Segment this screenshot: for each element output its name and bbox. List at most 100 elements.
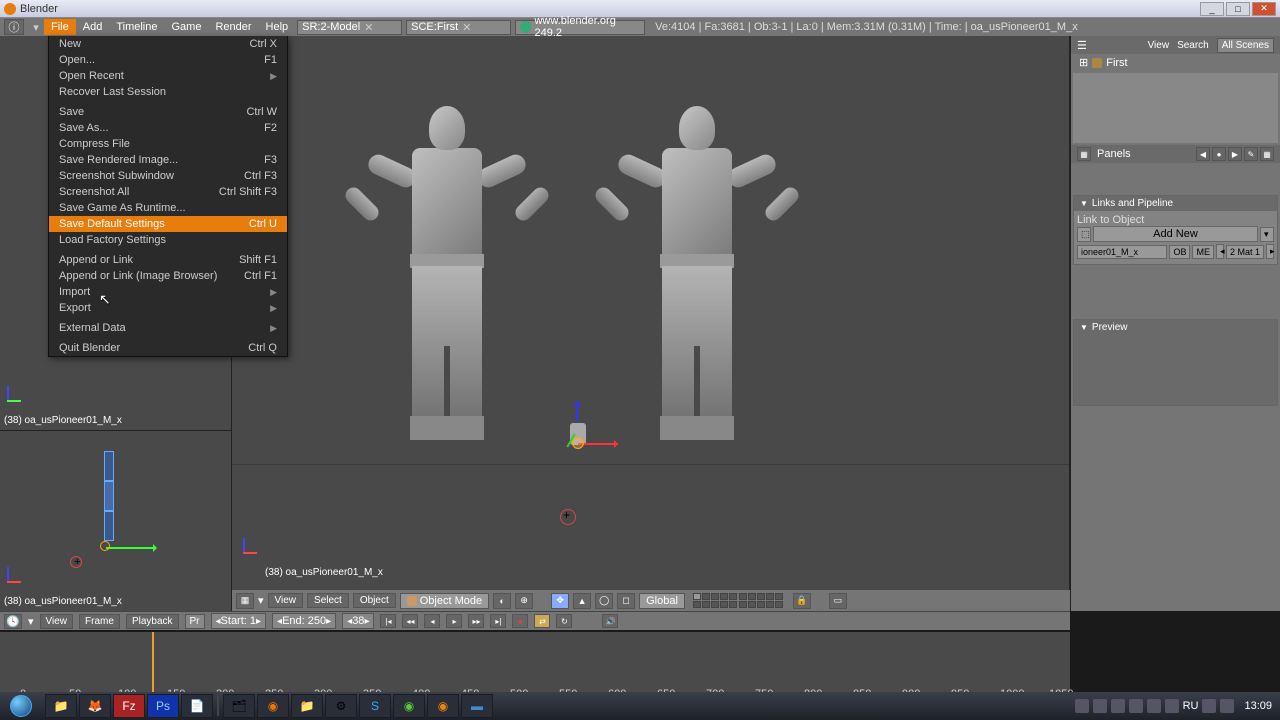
taskbar-explorer-icon[interactable]: 📁 bbox=[45, 694, 77, 718]
window-type-icon[interactable]: ▦ bbox=[236, 593, 254, 609]
context-editing-icon[interactable]: ✎ bbox=[1244, 147, 1258, 161]
file-menu-item[interactable]: Save Default SettingsCtrl U bbox=[49, 216, 287, 232]
menu-render[interactable]: Render bbox=[208, 19, 258, 35]
menu-help[interactable]: Help bbox=[259, 19, 296, 35]
end-frame-field[interactable]: ◂ End: 250 ▸ bbox=[272, 613, 336, 629]
panel-title[interactable]: Preview bbox=[1074, 320, 1277, 335]
file-menu-item[interactable]: Open Recent▶ bbox=[49, 68, 287, 84]
window-type-icon[interactable]: 🕓 bbox=[4, 614, 22, 629]
file-menu-item[interactable]: Screenshot AllCtrl Shift F3 bbox=[49, 184, 287, 200]
outliner-view[interactable]: View bbox=[1148, 40, 1170, 51]
tray-icon[interactable] bbox=[1093, 699, 1107, 713]
start-frame-field[interactable]: ◂ Start: 1 ▸ bbox=[211, 613, 267, 629]
taskbar-app-icon[interactable]: ◉ bbox=[393, 694, 425, 718]
prev-keyframe-button[interactable]: ◂◂ bbox=[402, 614, 418, 628]
viewport-bottom-left[interactable]: + (38) oa_usPioneer01_M_x bbox=[0, 431, 231, 611]
header-collapse-icon[interactable]: ▾ bbox=[258, 594, 264, 607]
file-menu-item[interactable]: Load Factory Settings bbox=[49, 232, 287, 248]
taskbar-app-icon[interactable]: ⚙ bbox=[325, 694, 357, 718]
pr-toggle[interactable]: Pr bbox=[185, 614, 205, 629]
file-menu-item[interactable]: Save Rendered Image...F3 bbox=[49, 152, 287, 168]
tray-icon[interactable] bbox=[1111, 699, 1125, 713]
header-collapse-icon[interactable]: ▾ bbox=[28, 21, 44, 34]
file-menu-item[interactable]: Compress File bbox=[49, 136, 287, 152]
select-menu[interactable]: Select bbox=[307, 593, 349, 608]
outliner-filter[interactable]: All Scenes bbox=[1217, 38, 1274, 53]
file-menu-item[interactable]: Screenshot SubwindowCtrl F3 bbox=[49, 168, 287, 184]
clear-scene-icon[interactable]: ✕ bbox=[462, 21, 471, 34]
file-menu-item[interactable]: Append or Link (Image Browser)Ctrl F1 bbox=[49, 268, 287, 284]
tray-icon[interactable] bbox=[1165, 699, 1179, 713]
maximize-button[interactable]: □ bbox=[1226, 2, 1250, 16]
play-button[interactable]: ▸ bbox=[446, 614, 462, 628]
file-menu-item[interactable]: External Data▶ bbox=[49, 320, 287, 336]
header-collapse-icon[interactable]: ▾ bbox=[28, 615, 34, 628]
taskbar-notepad-icon[interactable]: 📄 bbox=[181, 694, 213, 718]
next-keyframe-button[interactable]: ▸▸ bbox=[468, 614, 484, 628]
translate-manipulator-icon[interactable]: ▲ bbox=[573, 593, 591, 609]
record-button[interactable]: ● bbox=[512, 614, 528, 628]
manipulator-toggle[interactable]: ✥ bbox=[551, 593, 569, 609]
jump-end-button[interactable]: ▸| bbox=[490, 614, 506, 628]
file-menu-item[interactable]: Save As...F2 bbox=[49, 120, 287, 136]
taskbar-clock[interactable]: 13:09 bbox=[1244, 700, 1272, 712]
main-3d-viewport[interactable]: (38) oa_usPioneer01_M_x bbox=[232, 36, 1070, 590]
sync-button[interactable]: ⇄ bbox=[534, 614, 550, 628]
object-menu[interactable]: Object bbox=[353, 593, 396, 608]
current-frame-field[interactable]: ◂ 38 ▸ bbox=[342, 613, 374, 629]
scale-manipulator-icon[interactable]: ◻ bbox=[617, 593, 635, 609]
scene-selector[interactable]: SCE:First✕ bbox=[406, 20, 511, 35]
lock-icon[interactable]: 🔒 bbox=[793, 593, 811, 609]
outliner-search[interactable]: Search bbox=[1177, 40, 1209, 51]
taskbar-app-icon[interactable]: 🗂 bbox=[223, 694, 255, 718]
language-indicator[interactable]: RU bbox=[1183, 700, 1199, 712]
taskbar-app-icon[interactable]: ◉ bbox=[257, 694, 289, 718]
context-logic-icon[interactable]: ◀ bbox=[1196, 147, 1210, 161]
taskbar-filezilla-icon[interactable]: Fz bbox=[113, 694, 145, 718]
file-menu-item[interactable]: Quit BlenderCtrl Q bbox=[49, 340, 287, 356]
material-count[interactable]: 2 Mat 1 bbox=[1226, 245, 1264, 259]
clear-screen-icon[interactable]: ✕ bbox=[364, 21, 373, 34]
ob-button[interactable]: OB bbox=[1169, 245, 1190, 259]
file-menu-item[interactable]: Recover Last Session bbox=[49, 84, 287, 100]
taskbar-firefox-icon[interactable]: 🦊 bbox=[79, 694, 111, 718]
draw-type-icon[interactable]: ◐ bbox=[493, 593, 511, 609]
play-reverse-button[interactable]: ◂ bbox=[424, 614, 440, 628]
render-border-icon[interactable]: ▭ bbox=[829, 593, 847, 609]
minimize-button[interactable]: _ bbox=[1200, 2, 1224, 16]
timeline-view-menu[interactable]: View bbox=[40, 614, 74, 629]
pivot-icon[interactable]: ⊕ bbox=[515, 593, 533, 609]
tray-icon[interactable] bbox=[1129, 699, 1143, 713]
speaker-icon[interactable]: 🔊 bbox=[602, 614, 618, 628]
layer-buttons[interactable] bbox=[693, 593, 785, 608]
jump-start-button[interactable]: |◂ bbox=[380, 614, 396, 628]
auto-key-button[interactable]: ↻ bbox=[556, 614, 572, 628]
file-menu-item[interactable]: NewCtrl X bbox=[49, 36, 287, 52]
menu-file[interactable]: File bbox=[44, 19, 76, 35]
tray-icon[interactable] bbox=[1202, 699, 1216, 713]
file-menu-item[interactable]: Open...F1 bbox=[49, 52, 287, 68]
menu-add[interactable]: Add bbox=[76, 19, 110, 35]
rotate-manipulator-icon[interactable]: ◯ bbox=[595, 593, 613, 609]
taskbar-app-icon[interactable]: 📁 bbox=[291, 694, 323, 718]
timeline-frame-menu[interactable]: Frame bbox=[79, 614, 120, 629]
start-button[interactable] bbox=[2, 693, 40, 719]
file-menu-item[interactable]: Append or LinkShift F1 bbox=[49, 252, 287, 268]
close-button[interactable]: ✕ bbox=[1252, 2, 1276, 16]
transform-manipulator[interactable] bbox=[562, 401, 622, 461]
file-menu-item[interactable]: Export▶ bbox=[49, 300, 287, 316]
outliner-scene-item[interactable]: ⊞ First bbox=[1071, 54, 1280, 71]
panel-title[interactable]: Links and Pipeline bbox=[1074, 196, 1277, 211]
menu-timeline[interactable]: Timeline bbox=[109, 19, 164, 35]
outliner-empty-area[interactable] bbox=[1073, 73, 1278, 143]
add-new-button[interactable]: Add New bbox=[1093, 226, 1258, 242]
mesh-name-field[interactable]: ioneer01_M_x bbox=[1077, 245, 1167, 259]
context-object-icon[interactable]: ▶ bbox=[1228, 147, 1242, 161]
tray-icon[interactable] bbox=[1220, 699, 1234, 713]
file-menu-item[interactable]: Save Game As Runtime... bbox=[49, 200, 287, 216]
screen-selector[interactable]: SR:2-Model✕ bbox=[297, 20, 402, 35]
context-scene-icon[interactable]: ▦ bbox=[1260, 147, 1274, 161]
tray-icon[interactable] bbox=[1075, 699, 1089, 713]
window-type-icon[interactable]: ▦ bbox=[1077, 147, 1091, 161]
taskbar-photoshop-icon[interactable]: Ps bbox=[147, 694, 179, 718]
